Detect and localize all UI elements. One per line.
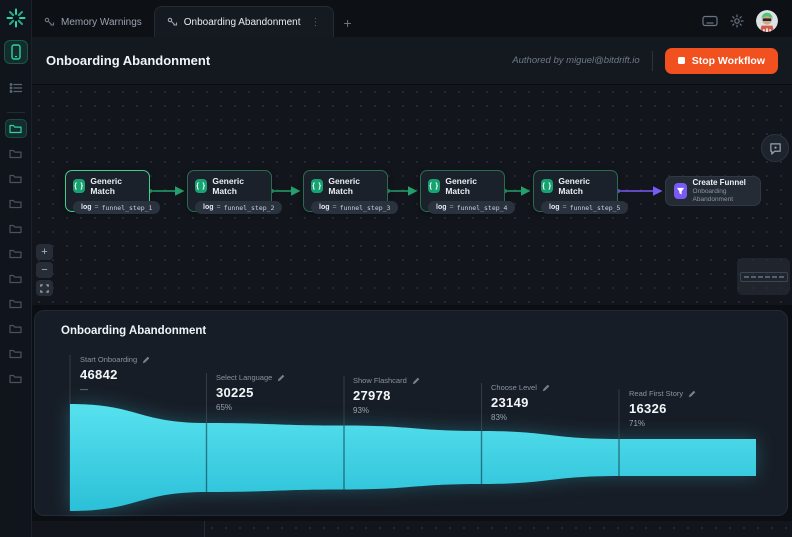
node-generic-match-2[interactable]: { } Generic Match log = funnel_step_2 — [187, 170, 283, 214]
header-divider — [651, 50, 653, 71]
gear-icon[interactable] — [730, 14, 744, 28]
match-condition: log = funnel_step_1 — [73, 201, 161, 214]
edit-icon[interactable] — [412, 377, 420, 385]
folder-icon[interactable] — [5, 344, 27, 363]
funnel-step-show-flashcard: Show Flashcard 27978 93% — [353, 376, 420, 415]
folder-icon[interactable] — [5, 294, 27, 313]
node-generic-match-3[interactable]: { } Generic Match log = funnel_step_3 — [303, 170, 399, 214]
bottom-section-sidebar — [32, 521, 205, 537]
braces-icon: { } — [541, 179, 554, 193]
top-bar: Memory Warnings Onboarding Abandonment ⋮… — [32, 0, 792, 37]
sidebar — [0, 0, 32, 537]
keyboard-icon[interactable] — [702, 15, 718, 27]
braces-icon: { } — [311, 179, 324, 193]
match-condition: log = funnel_step_3 — [311, 201, 399, 214]
stop-workflow-button[interactable]: Stop Workflow — [664, 47, 778, 74]
workflow-icon — [44, 17, 55, 27]
zoom-in-button[interactable]: + — [36, 244, 53, 260]
tab-menu-icon[interactable]: ⋮ — [307, 17, 321, 28]
stop-icon — [677, 57, 685, 64]
tab-onboarding-abandonment[interactable]: Onboarding Abandonment ⋮ — [153, 6, 334, 37]
funnel-step-start-onboarding: Start Onboarding 46842 — — [80, 355, 150, 394]
tab-memory-warnings[interactable]: Memory Warnings — [32, 7, 154, 37]
braces-icon: { } — [195, 179, 208, 193]
match-condition: log = funnel_step_2 — [195, 201, 283, 214]
edit-icon[interactable] — [688, 390, 696, 398]
braces-icon: { } — [73, 179, 86, 193]
canvas-minimap[interactable] — [737, 258, 790, 295]
funnel-step-read-first-story: Read First Story 16326 71% — [629, 389, 696, 428]
avatar[interactable] — [756, 10, 778, 32]
funnel-step-choose-level: Choose Level 23149 83% — [491, 383, 550, 422]
fit-view-button[interactable] — [36, 280, 53, 296]
edit-icon[interactable] — [277, 374, 285, 382]
minimap-viewport — [739, 271, 788, 282]
phone-icon — [10, 44, 22, 60]
folder-icon[interactable] — [5, 169, 27, 188]
bitdrift-logo-icon — [6, 8, 26, 28]
tab-label: Onboarding Abandonment — [183, 16, 301, 28]
workflow-canvas[interactable]: { } Generic Match log = funnel_step_1 { } … — [32, 85, 792, 305]
bottom-section — [32, 521, 792, 537]
funnel-icon — [674, 183, 687, 199]
edit-icon[interactable] — [542, 384, 550, 392]
edit-icon[interactable] — [142, 356, 150, 364]
zoom-out-button[interactable]: − — [36, 262, 53, 278]
match-condition: log = funnel_step_5 — [541, 201, 629, 214]
topbar-actions — [702, 10, 792, 37]
folder-rail — [4, 113, 27, 388]
node-generic-match-5[interactable]: { } Generic Match log = funnel_step_5 — [533, 170, 629, 214]
chat-icon — [769, 142, 781, 155]
folder-icon[interactable] — [5, 144, 27, 163]
folder-icon[interactable] — [5, 244, 27, 263]
add-tab-button[interactable]: + — [334, 15, 362, 37]
sidebar-item-list[interactable] — [4, 76, 28, 100]
chat-bubble-button[interactable] — [761, 134, 789, 162]
page-title: Onboarding Abandonment — [46, 53, 211, 68]
sidebar-item-devices[interactable] — [3, 40, 28, 64]
bottom-section-canvas — [205, 521, 792, 537]
folder-icon[interactable] — [5, 369, 27, 388]
authored-by: Authored by miguel@bitdrift.io — [512, 55, 640, 66]
funnel-step-select-language: Select Language 30225 65% — [216, 373, 285, 412]
folder-icon[interactable] — [5, 219, 27, 238]
workflow-icon — [167, 17, 178, 27]
folder-icon[interactable] — [5, 319, 27, 338]
braces-icon: { } — [428, 179, 441, 193]
node-generic-match-1[interactable]: { } Generic Match log = funnel_step_1 — [65, 170, 161, 214]
list-icon — [9, 82, 23, 94]
tab-label: Memory Warnings — [61, 16, 142, 28]
match-condition: log = funnel_step_4 — [428, 201, 516, 214]
folder-icon[interactable] — [5, 269, 27, 288]
node-generic-match-4[interactable]: { } Generic Match log = funnel_step_4 — [420, 170, 516, 214]
folder-icon[interactable] — [5, 194, 27, 213]
funnel-panel: Onboarding Abandonment Start Onboarding … — [34, 310, 788, 516]
node-create-funnel[interactable]: Create Funnel Onboarding Abandonment — [665, 176, 761, 206]
canvas-zoom-controls: + − — [36, 244, 53, 296]
workflow-header: Onboarding Abandonment Authored by migue… — [32, 37, 792, 85]
folder-icon-active[interactable] — [4, 119, 27, 138]
